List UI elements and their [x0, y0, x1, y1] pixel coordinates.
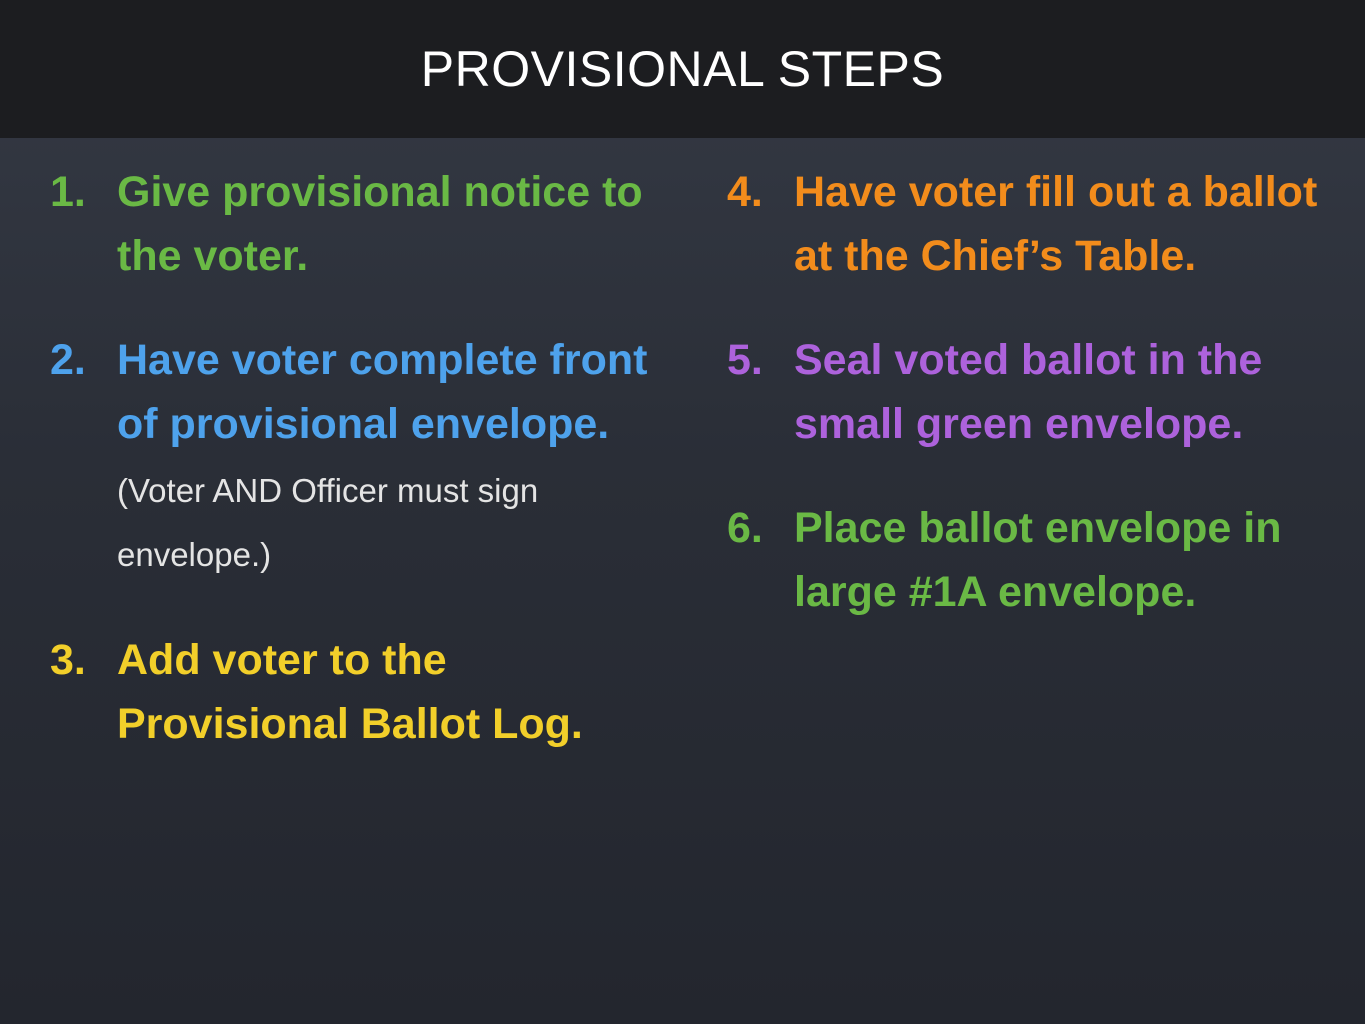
- step-text: Have voter complete front of provisional…: [117, 336, 648, 448]
- step-item-2: 2. Have voter complete front of provisio…: [50, 328, 690, 584]
- step-number: 4.: [727, 168, 763, 216]
- steps-column-left: 1. Give provisional notice to the voter.…: [50, 160, 690, 756]
- step-number: 5.: [727, 336, 763, 384]
- step-text: Add voter to the Provisional Ballot Log.: [117, 636, 583, 748]
- steps-column-right: 4. Have voter fill out a ballot at the C…: [727, 160, 1357, 624]
- step-item-4: 4. Have voter fill out a ballot at the C…: [727, 160, 1357, 288]
- step-text: Place ballot envelope in large #1A envel…: [794, 504, 1282, 616]
- step-item-3: 3. Add voter to the Provisional Ballot L…: [50, 628, 690, 756]
- step-number: 1.: [50, 168, 86, 216]
- title-bar: PROVISIONAL STEPS: [0, 0, 1365, 138]
- step-item-6: 6. Place ballot envelope in large #1A en…: [727, 496, 1357, 624]
- step-number: 2.: [50, 336, 86, 384]
- step-item-1: 1. Give provisional notice to the voter.: [50, 160, 690, 288]
- slide-title: PROVISIONAL STEPS: [420, 41, 945, 97]
- step-item-5: 5. Seal voted ballot in the small green …: [727, 328, 1357, 456]
- step-text: Give provisional notice to the voter.: [117, 168, 643, 280]
- step-text: Seal voted ballot in the small green env…: [794, 336, 1263, 448]
- step-note: (Voter AND Officer must sign envelope.): [117, 472, 539, 573]
- step-text: Have voter fill out a ballot at the Chie…: [794, 168, 1318, 280]
- step-number: 6.: [727, 504, 763, 552]
- step-number: 3.: [50, 636, 86, 684]
